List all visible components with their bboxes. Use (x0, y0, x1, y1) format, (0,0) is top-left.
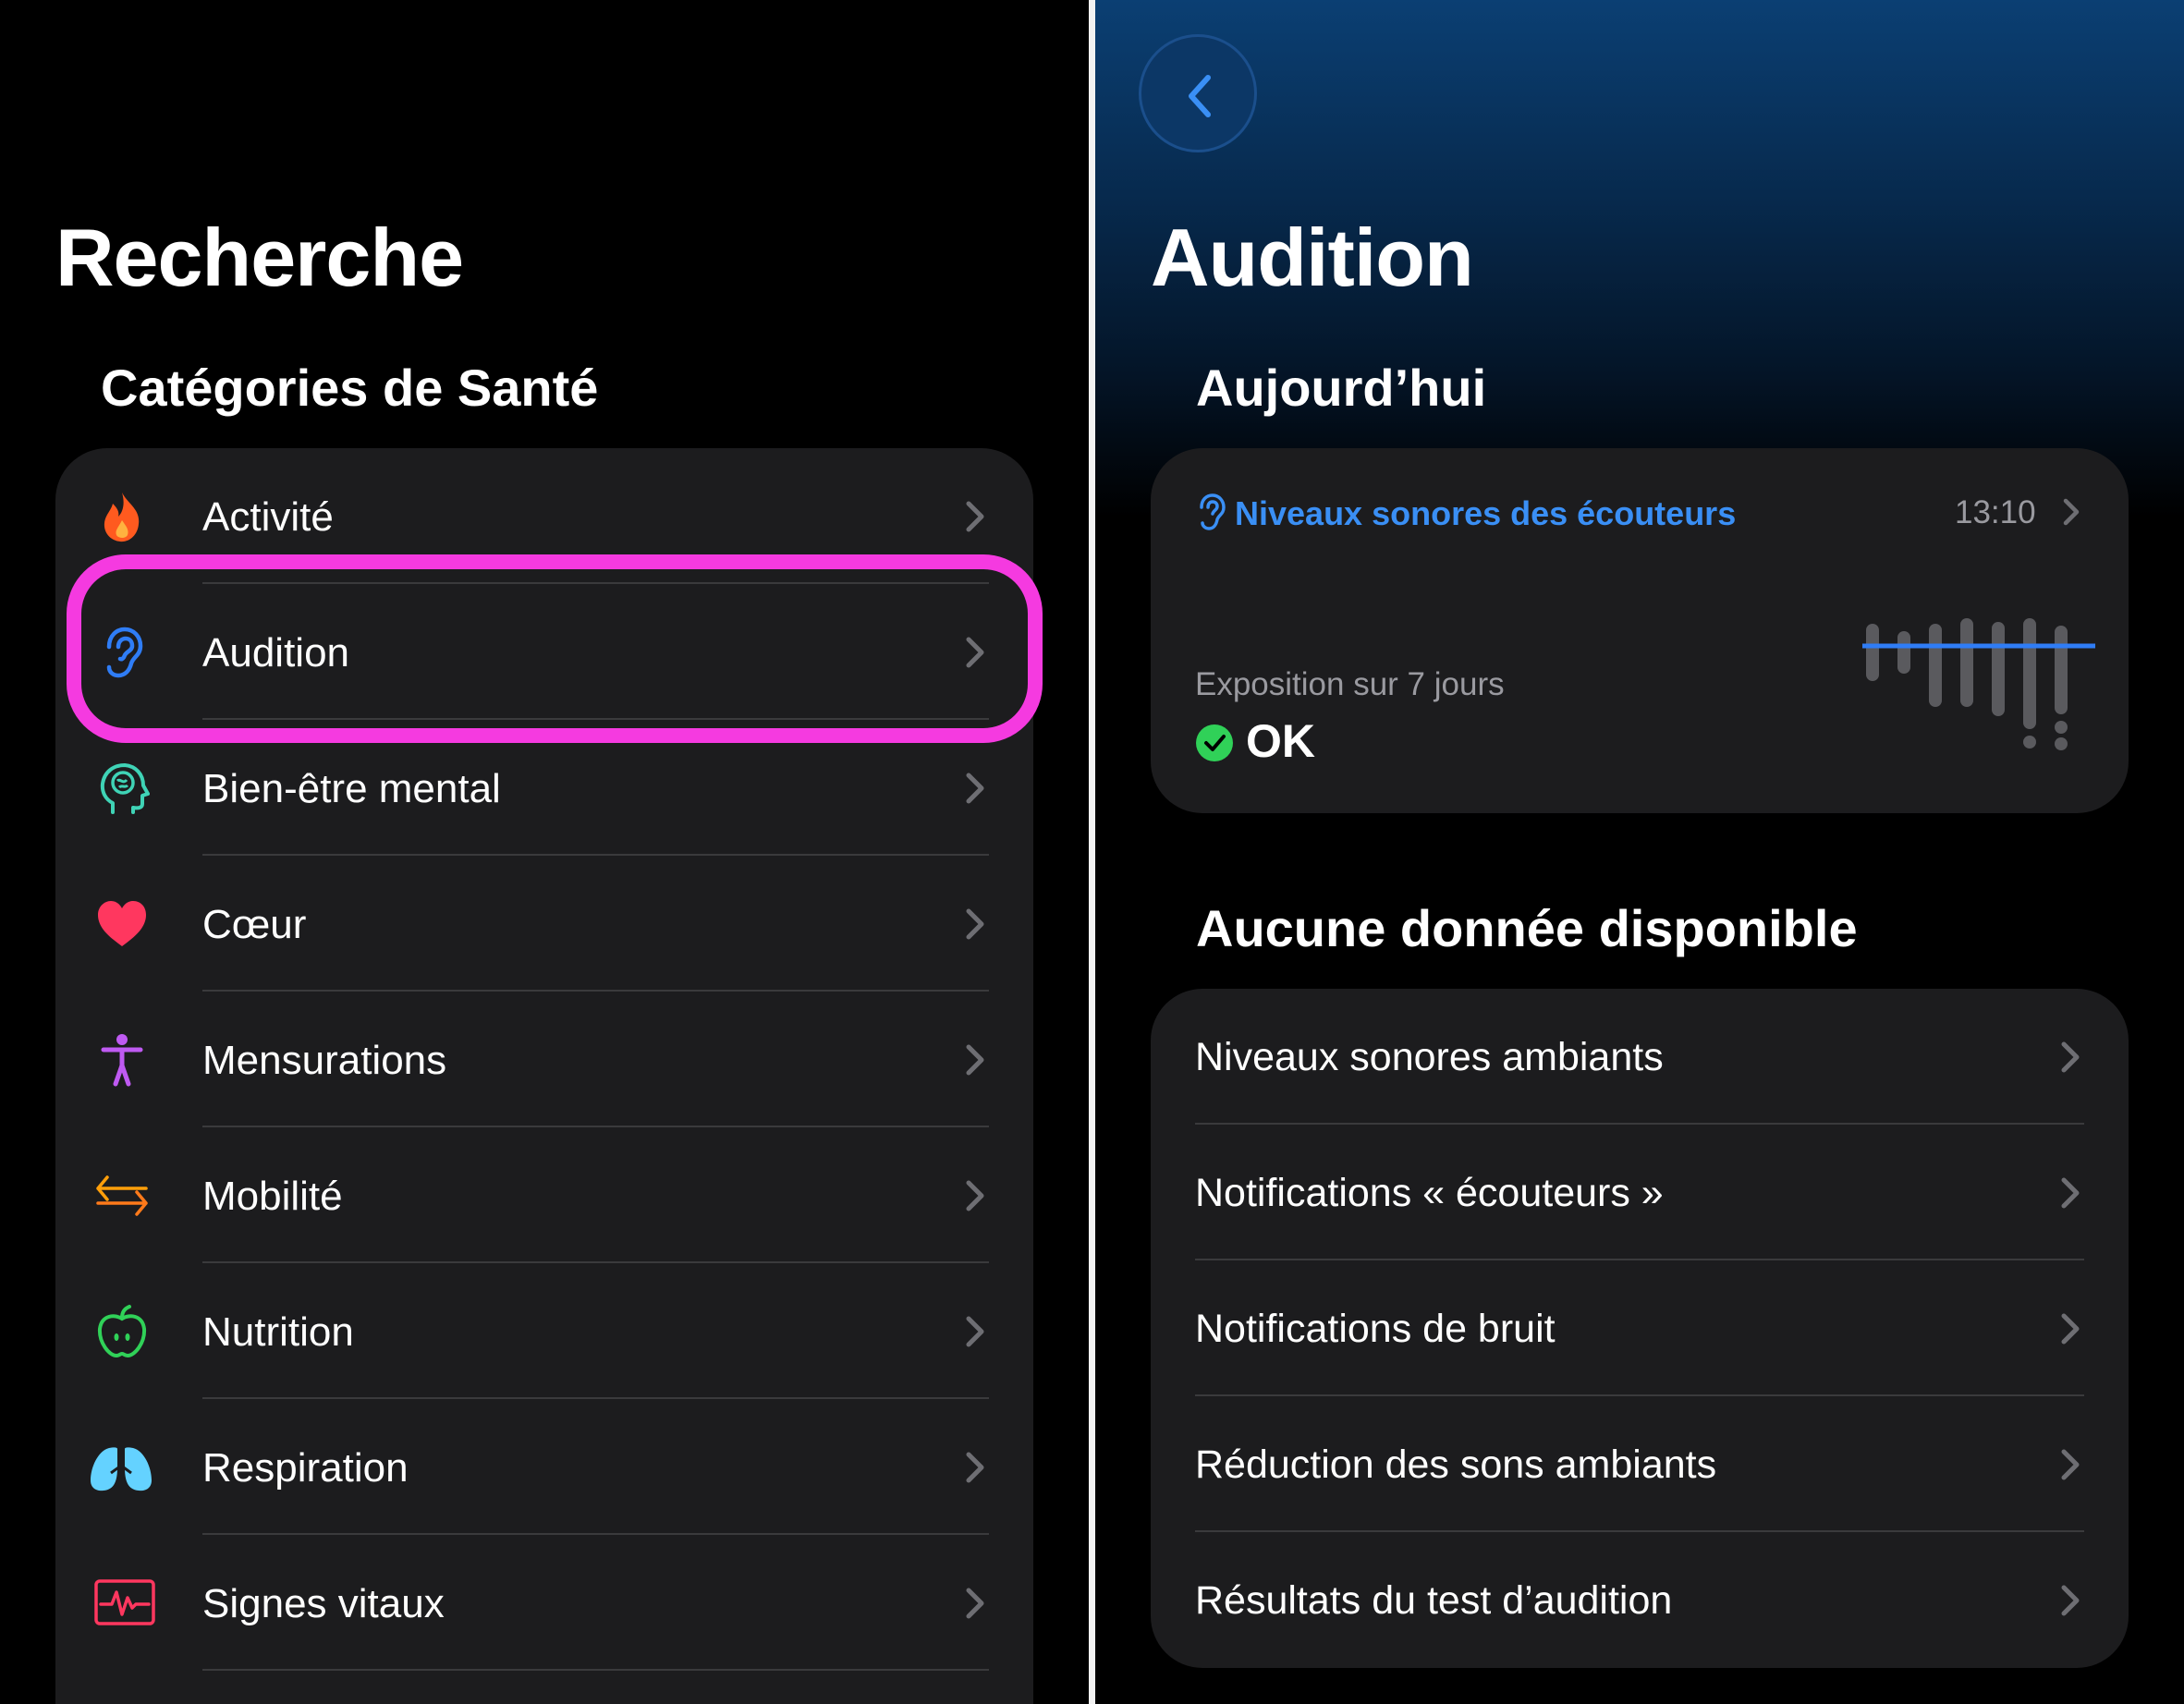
timestamp: 13:10 (1955, 494, 2036, 530)
chevron-right-icon (2061, 1177, 2080, 1209)
list-item[interactable]: Notifications de bruit (1151, 1260, 2129, 1396)
list-item[interactable]: Notifications « écouteurs » (1151, 1125, 2129, 1260)
category-label: Respiration (202, 1445, 409, 1491)
chevron-left-icon (1189, 75, 1211, 117)
chart-bar (1897, 631, 1910, 674)
ear-icon (1200, 493, 1226, 530)
category-label: Bien-être mental (202, 766, 501, 811)
list-item[interactable]: Résultats du test d’audition (1151, 1532, 2129, 1668)
mind-head-icon (100, 763, 150, 814)
category-label: Activité (202, 494, 334, 540)
list-item-label: Notifications de bruit (1195, 1307, 1556, 1351)
headphone-levels-title: Niveaux sonores des écouteurs (1235, 494, 1737, 532)
category-mobilite[interactable]: Mobilité (55, 1127, 1033, 1263)
chart-dot (2055, 721, 2068, 734)
chart-bar (2023, 618, 2036, 729)
chevron-right-icon (2061, 1585, 2080, 1616)
list-item-label: Niveaux sonores ambiants (1195, 1035, 1664, 1079)
chart-bar (1929, 624, 1942, 707)
chart-bar (1992, 622, 2005, 716)
category-label: Cœur (202, 902, 307, 947)
chart-bar (1866, 624, 1879, 681)
arrows-left-right-icon (96, 1175, 148, 1216)
chart-dot (2055, 737, 2068, 750)
category-label: Nutrition (202, 1309, 354, 1355)
category-mensurations[interactable]: Mensurations (55, 992, 1033, 1127)
exposure-status: OK (1246, 715, 1315, 767)
category-label: Mobilité (202, 1174, 343, 1219)
search-screen: Recherche Catégories de Santé Activité A… (0, 0, 1089, 1704)
category-nutrition[interactable]: Nutrition (55, 1263, 1033, 1399)
chevron-right-icon (966, 1180, 984, 1211)
back-button[interactable] (1139, 34, 1257, 152)
section-title-today: Aujourd’hui (1196, 359, 1487, 417)
list-item[interactable]: Niveaux sonores ambiants (1151, 989, 2129, 1125)
checkmark-circle-icon (1196, 724, 1233, 761)
highlight-outline (67, 554, 1043, 743)
audition-screen: Audition Aujourd’hui Niveaux sonores des… (1095, 0, 2184, 1704)
chart-bar (1960, 618, 1973, 707)
chevron-right-icon (966, 501, 984, 532)
body-figure-icon (101, 1034, 143, 1087)
page-title: Audition (1151, 212, 1474, 303)
list-item-label: Notifications « écouteurs » (1195, 1171, 1664, 1215)
category-label: Signes vitaux (202, 1581, 445, 1626)
chart-bar (2055, 626, 2068, 714)
category-label: Mensurations (202, 1038, 447, 1083)
chevron-right-icon (2061, 1449, 2080, 1480)
heart-icon (98, 901, 146, 946)
section-title: Catégories de Santé (101, 359, 599, 417)
chevron-right-icon (966, 1452, 984, 1483)
chevron-right-icon (966, 1588, 984, 1619)
chevron-right-icon (2063, 498, 2080, 526)
chevron-right-icon (2061, 1313, 2080, 1345)
exposure-subtitle: Exposition sur 7 jours (1195, 666, 1505, 702)
exposure-mini-chart (1862, 618, 2095, 750)
separator (202, 1669, 989, 1671)
list-item-label: Réduction des sons ambiants (1195, 1442, 1717, 1487)
headphone-levels-card[interactable]: Niveaux sonores des écouteurs 13:10 Expo… (1151, 448, 2129, 813)
page-title: Recherche (55, 212, 464, 303)
section-title-no-data: Aucune donnée disponible (1196, 899, 1858, 957)
chevron-right-icon (966, 773, 984, 804)
lungs-icon (91, 1442, 152, 1491)
chevron-right-icon (966, 1316, 984, 1347)
screen-divider (1089, 0, 1095, 1704)
list-item-label: Résultats du test d’audition (1195, 1578, 1673, 1623)
list-item[interactable]: Réduction des sons ambiants (1151, 1396, 2129, 1532)
category-respiration[interactable]: Respiration (55, 1399, 1033, 1535)
chevron-right-icon (966, 908, 984, 940)
chart-dot (2023, 736, 2036, 749)
flame-icon (104, 493, 140, 542)
apple-icon (97, 1305, 147, 1358)
category-signes-vitaux[interactable]: Signes vitaux (55, 1535, 1033, 1671)
chevron-right-icon (966, 1044, 984, 1076)
no-data-list: Niveaux sonores ambiants Notifications «… (1151, 989, 2129, 1668)
category-coeur[interactable]: Cœur (55, 856, 1033, 992)
vitals-waveform-icon (94, 1579, 155, 1625)
chevron-right-icon (2061, 1041, 2080, 1073)
